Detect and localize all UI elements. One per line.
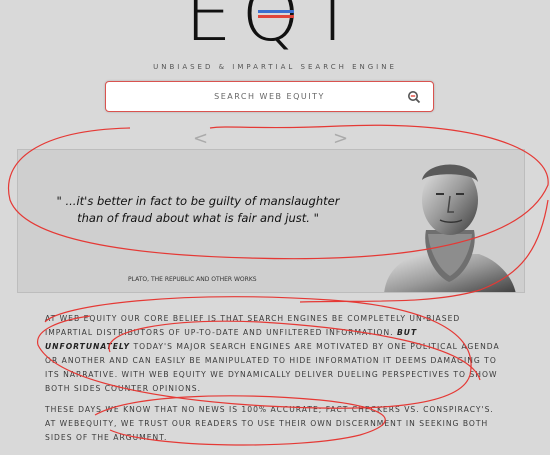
search-icon[interactable] <box>407 90 421 104</box>
tagline: UNBIASED & IMPARTIAL SEARCH ENGINE <box>153 63 397 71</box>
about-paragraph-1: AT WEB EQUITY OUR CORE BELIEF IS THAT SE… <box>45 312 505 396</box>
search-input[interactable]: SEARCH WEB EQUITY <box>106 92 433 101</box>
quote-source: PLATO, THE REPUBLIC AND OTHER WORKS <box>128 276 257 283</box>
logo-stripes-icon <box>258 10 294 18</box>
plato-bust-image <box>384 164 516 292</box>
quote-text: " ...it's better in fact to be guilty of… <box>56 194 340 225</box>
quote-card: " ...it's better in fact to be guilty of… <box>17 149 525 293</box>
about-paragraph-2: THESE DAYS WE KNOW THAT NO NEWS IS 100% … <box>45 405 494 442</box>
search-bar[interactable]: SEARCH WEB EQUITY <box>105 81 434 112</box>
carousel-prev-button[interactable]: < <box>193 130 208 148</box>
site-logo[interactable]: EQT <box>0 0 550 64</box>
carousel-next-button[interactable]: > <box>333 130 348 148</box>
